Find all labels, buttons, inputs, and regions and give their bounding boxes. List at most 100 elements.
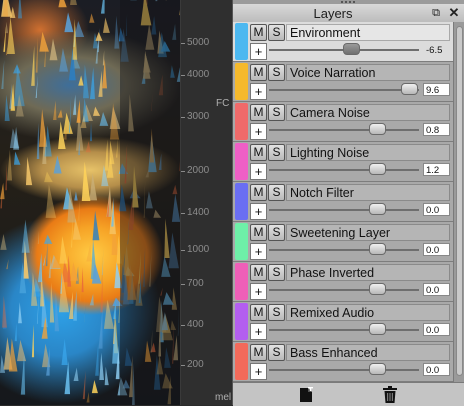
gain-slider-handle[interactable] [369, 123, 386, 135]
layer-row[interactable]: M S + Notch Filter 0.0 [233, 182, 453, 222]
gain-slider-handle[interactable] [343, 43, 360, 55]
mute-button[interactable]: M [250, 224, 267, 241]
layer-color-swatch[interactable] [235, 103, 248, 140]
panel-titlebar[interactable]: Layers ⧉ ✕ [233, 4, 464, 23]
axis-tick-label: 3000 [187, 111, 210, 122]
layer-name[interactable]: Bass Enhanced [286, 344, 450, 361]
gain-slider-track[interactable] [269, 329, 419, 331]
scrollbar-thumb[interactable] [456, 26, 463, 376]
mute-button[interactable]: M [250, 264, 267, 281]
gain-value[interactable]: 0.0 [423, 203, 450, 216]
mute-button[interactable]: M [250, 104, 267, 121]
layer-color-swatch[interactable] [235, 343, 248, 380]
layer-name[interactable]: Camera Noise [286, 104, 450, 121]
expand-layer-button[interactable]: + [250, 163, 267, 180]
spectrogram-view[interactable] [0, 0, 180, 405]
axis-tick [181, 284, 185, 285]
close-icon[interactable]: ✕ [447, 6, 461, 20]
gain-slider-track[interactable] [269, 89, 419, 91]
gain-slider-track[interactable] [269, 129, 419, 131]
layer-name[interactable]: Phase Inverted [286, 264, 450, 281]
trash-icon[interactable] [383, 386, 397, 403]
layer-name[interactable]: Notch Filter [286, 184, 450, 201]
expand-layer-button[interactable]: + [250, 83, 267, 100]
layer-row[interactable]: M S + Remixed Audio 0.0 [233, 302, 453, 342]
layer-color-swatch[interactable] [235, 63, 248, 100]
layer-row[interactable]: M S + Phase Inverted 0.0 [233, 262, 453, 302]
layer-name[interactable]: Environment [286, 24, 450, 41]
expand-layer-button[interactable]: + [250, 123, 267, 140]
gain-slider-track[interactable] [269, 249, 419, 251]
gain-slider-track[interactable] [269, 169, 419, 171]
layer-row[interactable]: M S + Sweetening Layer 0.0 [233, 222, 453, 262]
layer-color-swatch[interactable] [235, 223, 248, 260]
frequency-axis: 5000 4000 3000 2000 1400 1000 700 400 200 FC mel [180, 0, 233, 405]
gain-value[interactable]: 0.0 [423, 323, 450, 336]
solo-button[interactable]: S [268, 304, 285, 321]
layer-color-swatch[interactable] [235, 23, 248, 60]
spectrogram-image [0, 0, 180, 405]
gain-value[interactable]: 0.0 [423, 283, 450, 296]
solo-button[interactable]: S [268, 144, 285, 161]
gain-slider-track[interactable] [269, 209, 419, 211]
layer-list: M S + Environment -6.5 M S + Voice Narration 9.6 M… [233, 22, 453, 382]
float-window-icon[interactable]: ⧉ [430, 7, 442, 19]
expand-layer-button[interactable]: + [250, 363, 267, 380]
gain-value[interactable]: 0.0 [423, 363, 450, 376]
axis-tick [181, 325, 185, 326]
solo-button[interactable]: S [268, 24, 285, 41]
expand-layer-button[interactable]: + [250, 203, 267, 220]
layer-color-swatch[interactable] [235, 143, 248, 180]
gain-slider-handle[interactable] [401, 83, 418, 95]
solo-button[interactable]: S [268, 104, 285, 121]
solo-button[interactable]: S [268, 64, 285, 81]
axis-tick-label: 1000 [187, 244, 210, 255]
layer-row[interactable]: M S + Camera Noise 0.8 [233, 102, 453, 142]
gain-value[interactable]: 9.6 [423, 83, 450, 96]
gain-slider-handle[interactable] [369, 283, 386, 295]
gain-slider-handle[interactable] [369, 363, 386, 375]
axis-tick [181, 75, 185, 76]
solo-button[interactable]: S [268, 224, 285, 241]
layer-color-swatch[interactable] [235, 263, 248, 300]
axis-tick [181, 213, 185, 214]
axis-tick-label: 2000 [187, 165, 210, 176]
layer-name[interactable]: Sweetening Layer [286, 224, 450, 241]
mute-button[interactable]: M [250, 24, 267, 41]
expand-layer-button[interactable]: + [250, 283, 267, 300]
layer-name[interactable]: Voice Narration [286, 64, 450, 81]
gain-value[interactable]: 0.0 [423, 243, 450, 256]
mute-button[interactable]: M [250, 64, 267, 81]
layer-row[interactable]: M S + Bass Enhanced 0.0 [233, 342, 453, 382]
layer-color-swatch[interactable] [235, 303, 248, 340]
gain-slider-handle[interactable] [369, 323, 386, 335]
gain-value[interactable]: -6.5 [423, 43, 450, 56]
mute-button[interactable]: M [250, 184, 267, 201]
layer-row[interactable]: M S + Lighting Noise 1.2 [233, 142, 453, 182]
expand-layer-button[interactable]: + [250, 43, 267, 60]
gain-slider-handle[interactable] [369, 243, 386, 255]
gain-value[interactable]: 0.8 [423, 123, 450, 136]
mute-button[interactable]: M [250, 144, 267, 161]
expand-layer-button[interactable]: + [250, 243, 267, 260]
expand-layer-button[interactable]: + [250, 323, 267, 340]
gain-slider-handle[interactable] [369, 163, 386, 175]
solo-button[interactable]: S [268, 344, 285, 361]
layer-row[interactable]: M S + Environment -6.5 [233, 22, 453, 62]
add-layer-icon[interactable] [299, 387, 313, 403]
gain-value[interactable]: 1.2 [423, 163, 450, 176]
axis-tick-label: 1400 [187, 207, 210, 218]
mute-button[interactable]: M [250, 344, 267, 361]
layer-name[interactable]: Lighting Noise [286, 144, 450, 161]
axis-tick [181, 117, 185, 118]
layer-color-swatch[interactable] [235, 183, 248, 220]
mute-button[interactable]: M [250, 304, 267, 321]
gain-slider-track[interactable] [269, 369, 419, 371]
layer-list-scrollbar[interactable] [453, 22, 464, 382]
gain-slider-track[interactable] [269, 289, 419, 291]
layer-name[interactable]: Remixed Audio [286, 304, 450, 321]
layer-row[interactable]: M S + Voice Narration 9.6 [233, 62, 453, 102]
gain-slider-handle[interactable] [369, 203, 386, 215]
solo-button[interactable]: S [268, 184, 285, 201]
solo-button[interactable]: S [268, 264, 285, 281]
